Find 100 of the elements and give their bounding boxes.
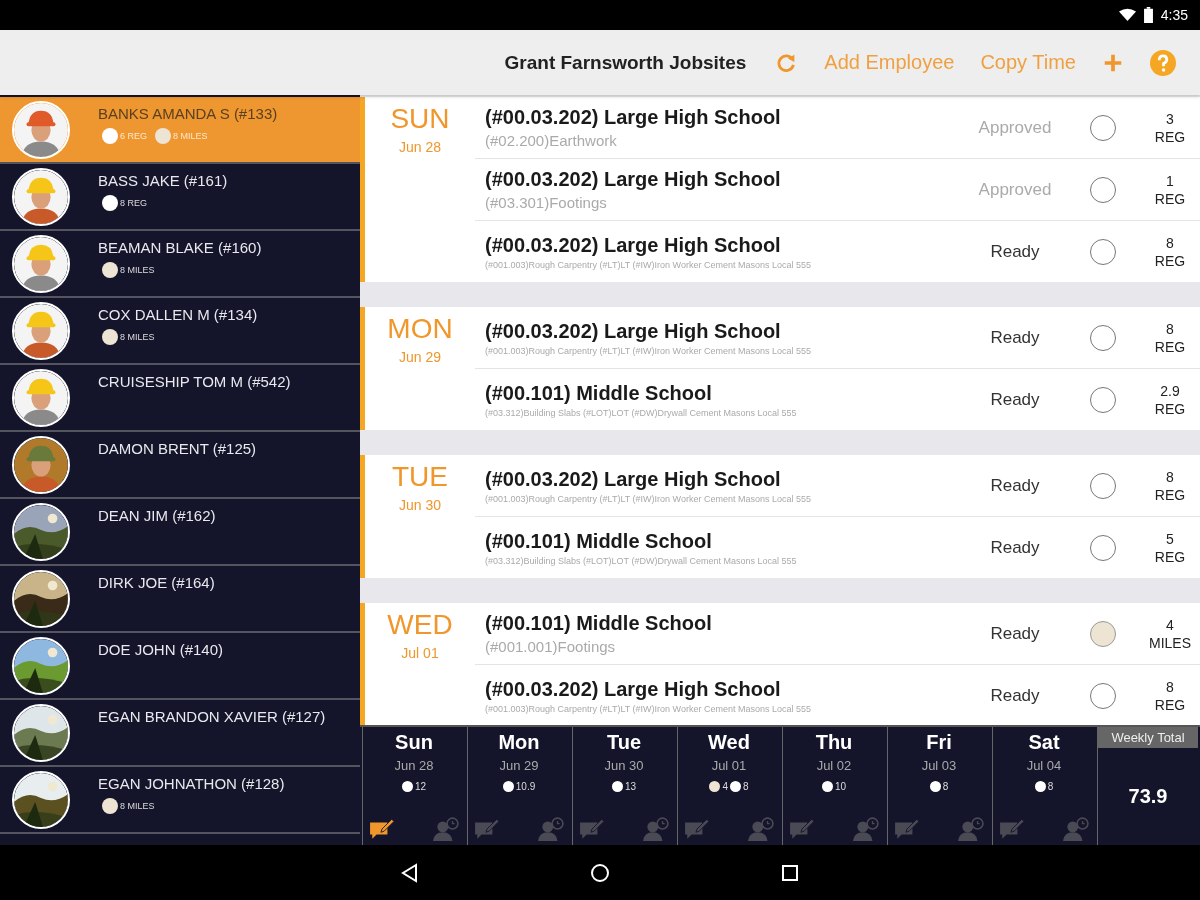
entry-radio[interactable] xyxy=(1090,620,1116,647)
person-clock-icon[interactable] xyxy=(433,817,459,841)
employee-item[interactable]: BEAMAN BLAKE (#160) 8 MILES xyxy=(0,231,360,298)
time-entry[interactable]: (#00.03.202) Large High School (#001.003)Rough Carpentry (#LT)LT (#IW)Iron Worker Cement Masons Local 555 Ready 8 REG xyxy=(475,221,1200,282)
hours-value: 8 xyxy=(1166,678,1174,695)
day-date: Jul 01 xyxy=(401,645,439,661)
hours-label: 8 REG xyxy=(120,198,147,208)
task-detail: (#03.312)Building Slabs (#LOT)LOT (#DW)Drywall Cement Masons Local 555 xyxy=(485,407,798,418)
summary-day: Thu xyxy=(815,731,853,754)
hours-value: 1 xyxy=(1166,172,1174,189)
employee-name: BEAMAN BLAKE (#160) xyxy=(98,239,262,256)
back-icon[interactable] xyxy=(400,862,420,883)
employee-item[interactable]: EGAN BRANDON XAVIER (#127) xyxy=(0,700,360,767)
job-title: (#00.03.202) Large High School xyxy=(485,106,782,129)
entry-status: Ready xyxy=(989,623,1041,644)
person-clock-icon[interactable] xyxy=(853,817,879,841)
hours-total: 8 xyxy=(1047,781,1054,792)
home-icon[interactable] xyxy=(590,862,610,883)
employee-item[interactable]: EGAN JOHNATHON (#128) 8 MILES xyxy=(0,767,360,834)
time-entry[interactable]: (#00.03.202) Large High School (#03.301)Footings Approved 1 REG xyxy=(475,159,1200,221)
hours-total: 8 xyxy=(743,781,749,792)
hours-unit: REG xyxy=(1154,128,1186,145)
person-clock-icon[interactable] xyxy=(748,817,774,841)
entry-status: Ready xyxy=(989,475,1041,496)
toolbar-title: Grant Farnsworth Jobsites xyxy=(504,51,747,74)
employee-name: DIRK JOE (#164) xyxy=(98,574,215,591)
person-clock-icon[interactable] xyxy=(1063,817,1089,841)
time-entry[interactable]: (#00.03.202) Large High School (#001.003)Rough Carpentry (#LT)LT (#IW)Iron Worker Cement Masons Local 555 Ready 8 REG xyxy=(475,665,1200,725)
time-entry[interactable]: (#00.101) Middle School (#001.001)Footings Ready 4 MILES xyxy=(475,603,1200,665)
day-name: WED xyxy=(387,609,453,641)
summary-date: Jul 04 xyxy=(1026,758,1062,773)
employee-name: EGAN JOHNATHON (#128) xyxy=(98,775,285,792)
clock-time: 4:35 xyxy=(1160,7,1188,23)
job-title: (#00.03.202) Large High School xyxy=(485,168,782,191)
summary-date: Jun 30 xyxy=(604,758,644,773)
job-title: (#00.101) Middle School xyxy=(485,381,713,405)
summary-day: Tue xyxy=(606,731,642,754)
person-clock-icon[interactable] xyxy=(958,817,984,841)
weekly-total-value: 73.9 xyxy=(1127,784,1169,809)
hours-label: 8 MILES xyxy=(120,332,155,342)
time-entry[interactable]: (#00.03.202) Large High School (#001.003)Rough Carpentry (#LT)LT (#IW)Iron Worker Cement Masons Local 555 Ready 8 REG xyxy=(475,455,1200,517)
task-detail: (#03.312)Building Slabs (#LOT)LOT (#DW)Drywall Cement Masons Local 555 xyxy=(485,555,798,566)
job-title: (#00.101) Middle School xyxy=(485,529,713,553)
summary-day: Wed xyxy=(708,731,750,754)
hours-value: 8 xyxy=(1166,468,1174,485)
hours-unit: REG xyxy=(1154,696,1186,713)
day-name: TUE xyxy=(392,461,448,493)
summary-day: Fri xyxy=(926,731,952,754)
employee-item[interactable]: COX DALLEN M (#134) 8 MILES xyxy=(0,298,360,365)
hours-unit: REG xyxy=(1154,486,1186,503)
summary-date: Jun 28 xyxy=(394,758,434,773)
hours-unit: REG xyxy=(1154,252,1186,269)
person-clock-icon[interactable] xyxy=(538,817,564,841)
entry-status: Approved xyxy=(977,179,1053,200)
day-name: MON xyxy=(387,313,453,345)
hours-value: 3 xyxy=(1166,110,1174,127)
hours-unit: REG xyxy=(1154,548,1186,565)
summary-day: Sat xyxy=(1028,731,1060,754)
hours-label: 6 REG xyxy=(120,131,147,141)
wifi-icon xyxy=(1118,8,1136,22)
time-entry[interactable]: (#00.03.202) Large High School (#001.003)Rough Carpentry (#LT)LT (#IW)Iron Worker Cement Masons Local 555 Ready 8 REG xyxy=(475,307,1200,369)
person-clock-icon[interactable] xyxy=(643,817,669,841)
employee-item[interactable]: DAMON BRENT (#125) xyxy=(0,432,360,499)
hours-value: 8 xyxy=(1166,234,1174,251)
summary-date: Jul 03 xyxy=(921,758,957,773)
employee-item[interactable]: DOE JOHN (#140) xyxy=(0,633,360,700)
task-detail: (#001.003)Rough Carpentry (#LT)LT (#IW)Iron Worker Cement Masons Local 555 xyxy=(485,703,812,714)
hours-value: 4 xyxy=(1166,616,1174,633)
summary-day: Mon xyxy=(498,731,540,754)
note-icon[interactable] xyxy=(369,817,395,841)
employee-item[interactable]: BANKS AMANDA S (#133) 6 REG 8 MILES xyxy=(0,97,360,164)
recents-icon[interactable] xyxy=(780,862,800,883)
employee-item[interactable]: CRUISESHIP TOM M (#542) xyxy=(0,365,360,432)
day-date: Jun 28 xyxy=(398,139,441,155)
employee-name: DOE JOHN (#140) xyxy=(98,641,224,658)
job-title: (#00.03.202) Large High School xyxy=(485,319,782,343)
summary-date: Jun 29 xyxy=(499,758,539,773)
time-entry[interactable]: (#00.101) Middle School (#03.312)Building Slabs (#LOT)LOT (#DW)Drywall Cement Masons Local 555 Ready 5 REG xyxy=(475,517,1200,578)
employee-item[interactable]: BASS JAKE (#161) 8 REG xyxy=(0,164,360,231)
hours-label: 8 MILES xyxy=(120,265,155,275)
hours-unit: REG xyxy=(1154,338,1186,355)
job-title: (#00.03.202) Large High School xyxy=(485,233,782,257)
employee-name: COX DALLEN M (#134) xyxy=(98,306,258,323)
time-entry[interactable]: (#00.03.202) Large High School (#02.200)Earthwork Approved 3 REG xyxy=(475,97,1200,159)
hours-label: 8 MILES xyxy=(120,801,155,811)
help-icon[interactable] xyxy=(1150,49,1176,76)
hours-value: 2.9 xyxy=(1160,382,1180,399)
battery-icon xyxy=(1143,7,1153,23)
employee-name: DEAN JIM (#162) xyxy=(98,507,216,524)
employee-item[interactable]: DEAN JIM (#162) xyxy=(0,499,360,566)
employee-name: BASS JAKE (#161) xyxy=(98,172,228,189)
hours-total: 13 xyxy=(624,781,637,792)
day-date: Jun 29 xyxy=(398,349,441,365)
employee-item[interactable]: DIRK JOE (#164) xyxy=(0,566,360,633)
time-entry[interactable]: (#00.101) Middle School (#03.312)Building Slabs (#LOT)LOT (#DW)Drywall Cement Masons Local 555 Ready 2.9 REG xyxy=(475,369,1200,430)
hours-value: 5 xyxy=(1166,530,1174,547)
task-detail: (#02.200)Earthwork xyxy=(485,132,618,149)
summary-date: Jul 02 xyxy=(816,758,852,773)
employee-name: DAMON BRENT (#125) xyxy=(98,440,257,457)
job-title: (#00.03.202) Large High School xyxy=(485,467,782,491)
